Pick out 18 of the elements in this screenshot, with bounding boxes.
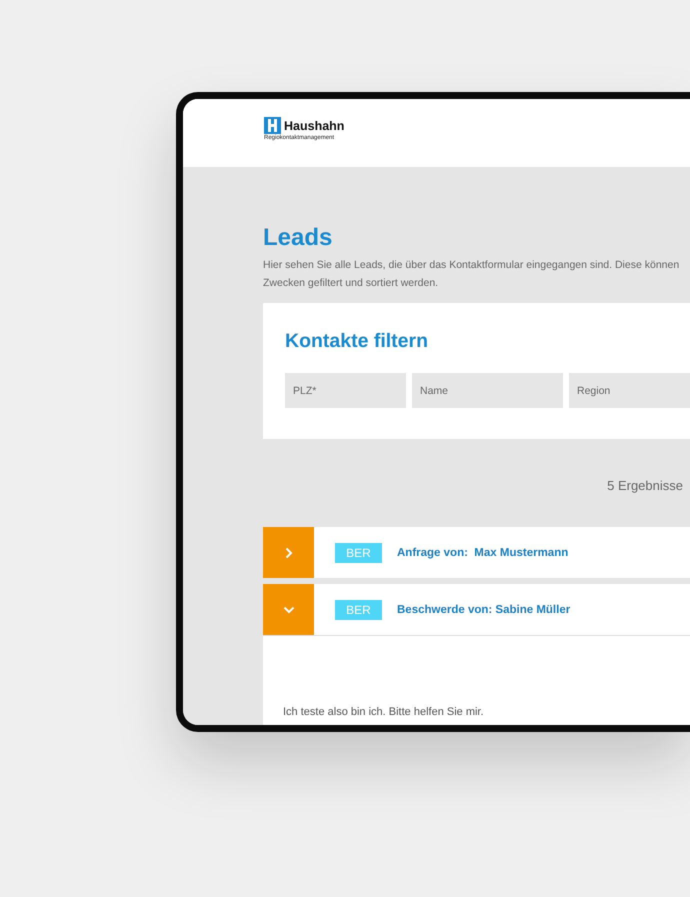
- toggle-button[interactable]: [263, 527, 314, 578]
- brand-name: Haushahn: [284, 118, 344, 132]
- lead-title[interactable]: Beschwerde von: Sabine Müller: [397, 604, 570, 616]
- filter-field[interactable]: PLZ*: [285, 373, 406, 408]
- page-title: Leads: [263, 224, 334, 252]
- toggle-button[interactable]: [263, 584, 314, 635]
- filter-field[interactable]: Name: [412, 373, 563, 408]
- chevron-down-icon: [282, 606, 294, 614]
- page-description: Hier sehen Sie alle Leads, die über das Kontaktformular eingegangen sind. Diese können Zwecken gefiltert und sortiert werden.: [263, 258, 680, 291]
- filter-title: Kontakte filtern: [285, 329, 430, 354]
- chevron-right-icon: [284, 546, 292, 558]
- logo-icon: [264, 117, 281, 134]
- region-tag: BER: [335, 542, 382, 562]
- result-count: 5 Ergebnisse: [606, 478, 684, 494]
- lead-title[interactable]: Anfrage von: Max Mustermann: [397, 546, 568, 558]
- region-tag: BER: [335, 600, 382, 620]
- filter-field[interactable]: Region: [569, 373, 690, 408]
- message-text: Ich teste also bin ich. Bitte helfen Sie mir.: [283, 706, 484, 718]
